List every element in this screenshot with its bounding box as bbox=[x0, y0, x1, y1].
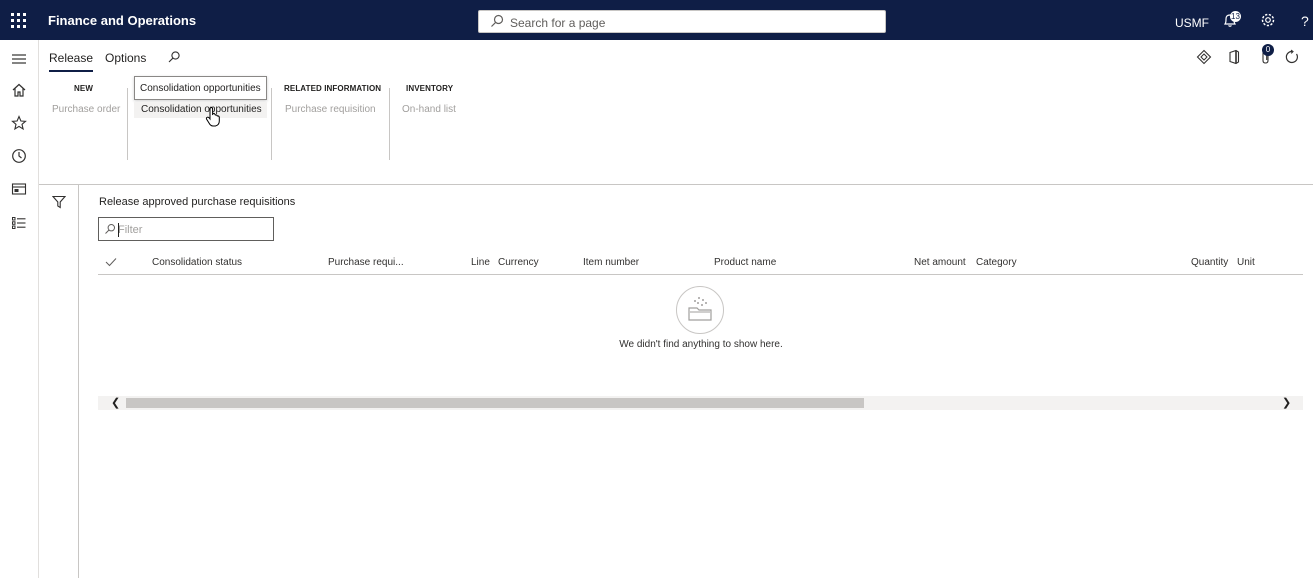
mouse-pointer-hand-icon bbox=[205, 106, 220, 127]
column-header-purchase-requisition[interactable]: Purchase requi... bbox=[328, 257, 404, 268]
group-divider bbox=[127, 88, 128, 160]
purchase-requisition-button[interactable]: Purchase requisition bbox=[285, 104, 376, 115]
group-divider bbox=[271, 88, 272, 160]
horizontal-scrollbar[interactable]: ❮ ❯ bbox=[98, 396, 1303, 410]
column-header-category[interactable]: Category bbox=[976, 257, 1017, 268]
filter-pane-toggle-column bbox=[39, 185, 79, 578]
left-navigation-pane bbox=[0, 40, 39, 578]
consolidation-opportunities-tooltip: Consolidation opportunities bbox=[134, 76, 267, 100]
modules-list-icon[interactable] bbox=[11, 215, 27, 231]
filter-input[interactable] bbox=[118, 221, 268, 238]
app-launcher-icon[interactable] bbox=[11, 13, 27, 29]
column-header-unit[interactable]: Unit bbox=[1237, 257, 1255, 268]
on-hand-list-button[interactable]: On-hand list bbox=[402, 104, 456, 115]
home-icon[interactable] bbox=[11, 82, 27, 98]
group-title-new: New bbox=[74, 84, 93, 93]
tab-options[interactable]: Options bbox=[105, 51, 146, 65]
settings-gear-icon[interactable] bbox=[1260, 12, 1278, 30]
action-search-icon[interactable] bbox=[167, 50, 181, 64]
grid-filter-field[interactable] bbox=[98, 217, 274, 241]
grid-header-row: Consolidation status Purchase requi... L… bbox=[98, 251, 1303, 275]
help-icon[interactable]: ? bbox=[1301, 13, 1313, 31]
filter-funnel-icon[interactable] bbox=[52, 195, 66, 209]
hamburger-menu-icon[interactable] bbox=[11, 51, 27, 67]
refresh-icon[interactable] bbox=[1284, 49, 1300, 65]
group-title-inventory: Inventory bbox=[406, 84, 454, 93]
group-title-related-information: Related information bbox=[284, 84, 382, 93]
attachments-icon[interactable]: 0 bbox=[1258, 44, 1274, 65]
page-search-box[interactable]: Search for a page bbox=[478, 10, 886, 33]
column-header-currency[interactable]: Currency bbox=[498, 257, 539, 268]
column-header-line[interactable]: Line bbox=[471, 257, 490, 268]
column-header-quantity[interactable]: Quantity bbox=[1191, 257, 1228, 268]
search-placeholder: Search for a page bbox=[510, 16, 606, 30]
empty-grid-message: We didn't find anything to show here. bbox=[619, 339, 783, 350]
purchase-order-button[interactable]: Purchase order bbox=[52, 104, 120, 115]
search-icon bbox=[105, 223, 116, 234]
notification-bell-icon[interactable]: 13 bbox=[1222, 11, 1241, 30]
top-navigation-bar: Finance and Operations Search for a page… bbox=[0, 0, 1313, 40]
company-selector[interactable]: USMF bbox=[1175, 16, 1209, 30]
notification-count-badge: 13 bbox=[1230, 11, 1241, 22]
office-icon[interactable] bbox=[1226, 49, 1242, 65]
column-header-product-name[interactable]: Product name bbox=[714, 257, 776, 268]
column-header-net-amount[interactable]: Net amount bbox=[914, 257, 966, 268]
favorites-star-icon[interactable] bbox=[11, 115, 27, 131]
column-header-item-number[interactable]: Item number bbox=[583, 257, 639, 268]
action-pane: Release Options New Purchase order Conso… bbox=[39, 40, 1313, 185]
page-title: Release approved purchase requisitions bbox=[99, 196, 296, 208]
scrollbar-thumb[interactable] bbox=[126, 398, 864, 408]
power-apps-icon[interactable] bbox=[1196, 49, 1212, 65]
consolidation-opportunities-button[interactable]: Consolidation opportunities bbox=[134, 102, 267, 118]
search-icon bbox=[491, 14, 504, 27]
tab-release[interactable]: Release bbox=[49, 51, 94, 72]
scroll-left-arrow-icon[interactable]: ❮ bbox=[111, 396, 120, 410]
workspaces-icon[interactable] bbox=[11, 181, 27, 197]
recent-clock-icon[interactable] bbox=[11, 148, 27, 164]
select-all-checkmark-icon[interactable] bbox=[105, 257, 117, 267]
text-cursor bbox=[118, 223, 119, 237]
app-title[interactable]: Finance and Operations bbox=[48, 13, 196, 28]
column-header-consolidation-status[interactable]: Consolidation status bbox=[152, 257, 242, 268]
scroll-right-arrow-icon[interactable]: ❯ bbox=[1282, 396, 1291, 410]
group-divider bbox=[389, 88, 390, 160]
empty-folder-icon bbox=[676, 286, 724, 334]
attachments-count-badge: 0 bbox=[1262, 44, 1274, 56]
